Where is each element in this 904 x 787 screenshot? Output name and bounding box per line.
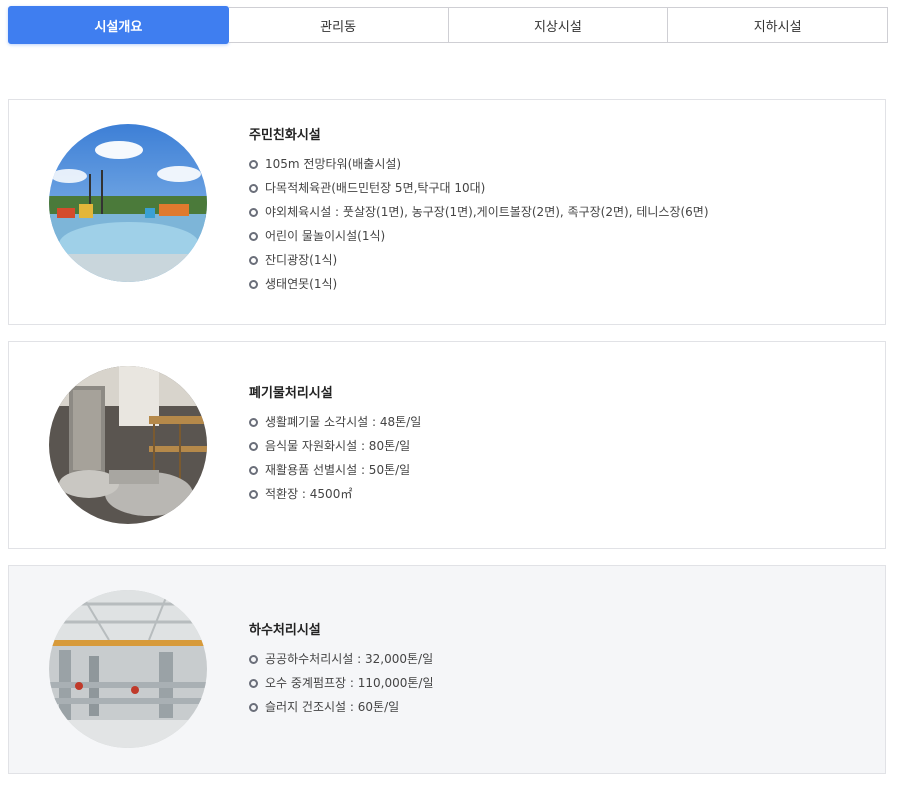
facility-list: 생활폐기물 소각시설 : 48톤/일 음식물 자원화시설 : 80톤/일 재활용… (249, 410, 421, 506)
section-waste-treatment: 폐기물처리시설 생활폐기물 소각시설 : 48톤/일 음식물 자원화시설 : 8… (8, 341, 886, 549)
list-item: 생태연못(1식) (249, 272, 709, 296)
tab-management-building[interactable]: 관리동 (228, 7, 449, 43)
waste-facility-photo (49, 366, 207, 524)
list-item: 다목적체육관(배드민턴장 5면,탁구대 10대) (249, 176, 709, 200)
section-title: 하수처리시설 (249, 623, 321, 638)
tab-bar: 시설개요 관리동 지상시설 지하시설 (8, 6, 888, 44)
section-resident-facilities: 주민친화시설 105m 전망타워(배출시설) 다목적체육관(배드민턴장 5면,탁… (8, 99, 886, 325)
section-title: 주민친화시설 (249, 128, 321, 143)
sewage-facility-photo (49, 590, 207, 748)
list-item: 105m 전망타워(배출시설) (249, 152, 709, 176)
sewage-facility-info: 하수처리시설 공공하수처리시설 : 32,000톤/일 오수 중계펌프장 : 1… (249, 619, 434, 719)
sewage-plant-image (49, 590, 207, 748)
tab-underground-facilities[interactable]: 지하시설 (668, 7, 888, 43)
facility-list: 공공하수처리시설 : 32,000톤/일 오수 중계펌프장 : 110,000톤… (249, 647, 434, 719)
list-item: 공공하수처리시설 : 32,000톤/일 (249, 647, 434, 671)
section-sewage-treatment: 하수처리시설 공공하수처리시설 : 32,000톤/일 오수 중계펌프장 : 1… (8, 565, 886, 774)
list-item: 오수 중계펌프장 : 110,000톤/일 (249, 671, 434, 695)
list-item: 슬러지 건조시설 : 60톤/일 (249, 695, 434, 719)
list-item: 적환장 : 4500㎡ (249, 482, 421, 506)
resident-facility-info: 주민친화시설 105m 전망타워(배출시설) 다목적체육관(배드민턴장 5면,탁… (249, 124, 709, 296)
list-item: 생활폐기물 소각시설 : 48톤/일 (249, 410, 421, 434)
facility-list: 105m 전망타워(배출시설) 다목적체육관(배드민턴장 5면,탁구대 10대)… (249, 152, 709, 296)
tab-ground-facilities[interactable]: 지상시설 (448, 7, 669, 43)
list-item: 야외체육시설 : 풋살장(1면), 농구장(1면),게이트볼장(2면), 족구장… (249, 200, 709, 224)
resident-facility-photo (49, 124, 207, 282)
list-item: 어린이 물놀이시설(1식) (249, 224, 709, 248)
tab-overview[interactable]: 시설개요 (8, 6, 229, 44)
list-item: 재활용품 선별시설 : 50톤/일 (249, 458, 421, 482)
waste-facility-info: 폐기물처리시설 생활폐기물 소각시설 : 48톤/일 음식물 자원화시설 : 8… (249, 382, 421, 506)
incinerator-plant-image (49, 366, 207, 524)
list-item: 잔디광장(1식) (249, 248, 709, 272)
list-item: 음식물 자원화시설 : 80톤/일 (249, 434, 421, 458)
section-title: 폐기물처리시설 (249, 386, 333, 401)
water-playground-image (49, 124, 207, 282)
